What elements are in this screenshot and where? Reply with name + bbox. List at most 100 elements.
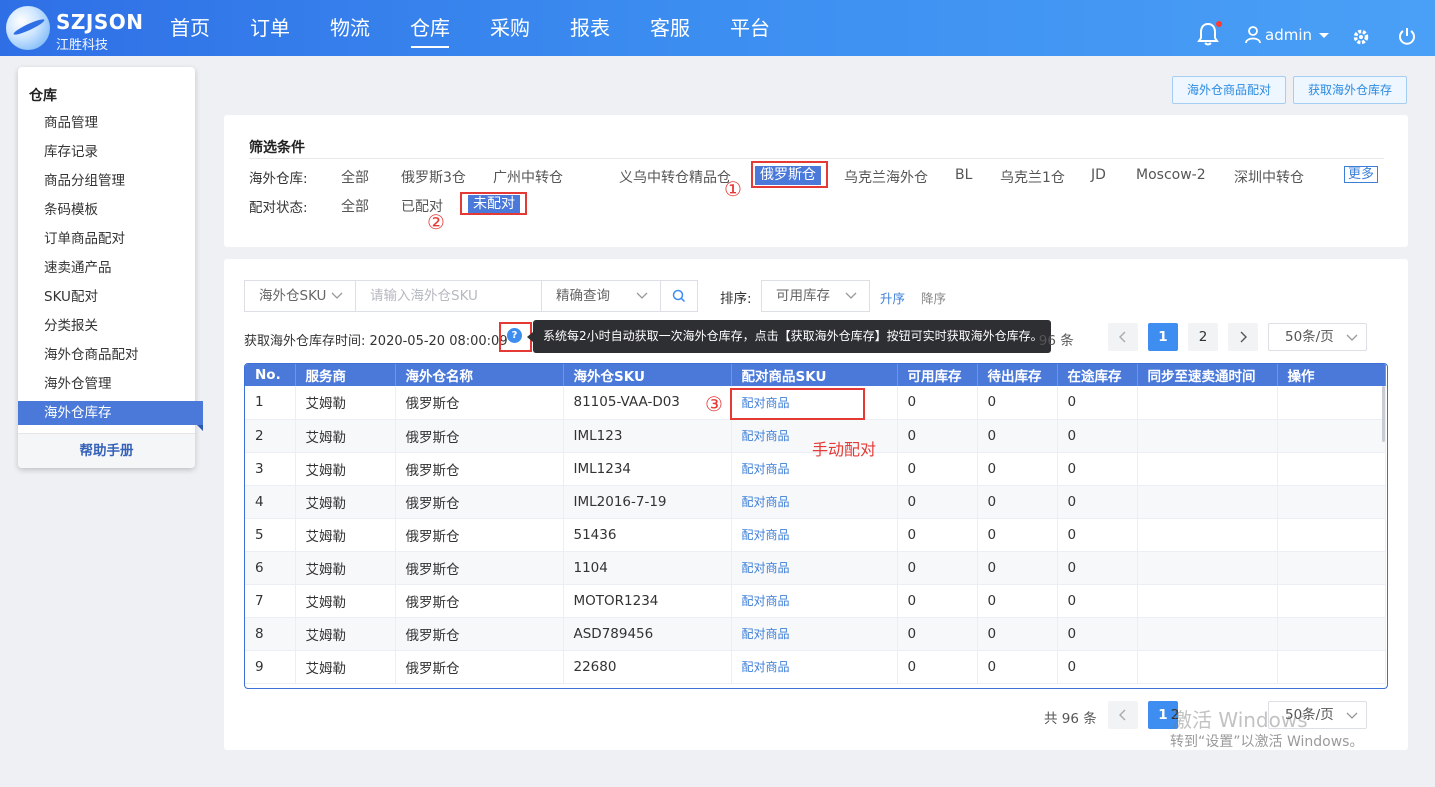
warehouse-option[interactable]: JD <box>1091 167 1106 183</box>
col-available: 可用库存 <box>897 364 978 386</box>
sidebar-item-order-match[interactable]: 订单商品配对 <box>18 227 203 251</box>
match-goods-link[interactable]: 配对商品 <box>742 462 790 476</box>
caret-down-icon <box>1319 33 1329 38</box>
cell-available: 0 <box>897 617 978 651</box>
table-row: 4 艾姆勒 俄罗斯仓 IML2016-7-19 配对商品 0 0 0 <box>245 485 1386 519</box>
page-button-current[interactable]: 1 <box>1148 323 1178 351</box>
sort-desc-link[interactable]: 降序 <box>921 288 946 307</box>
sidebar-item-overseas-manage[interactable]: 海外仓管理 <box>18 372 203 396</box>
warehouse-option[interactable]: Moscow-2 <box>1136 167 1206 183</box>
nav-warehouse[interactable]: 仓库 <box>390 0 470 56</box>
mode-select[interactable]: 精确查询 <box>541 280 661 312</box>
cell-pending: 0 <box>977 518 1058 552</box>
sort-label: 排序: <box>720 291 752 307</box>
sidebar-item-overseas-stock[interactable]: 海外仓库存 <box>18 401 203 431</box>
match-goods-link[interactable]: 配对商品 <box>742 561 790 575</box>
cell-warehouse: 俄罗斯仓 <box>395 386 564 420</box>
user-icon <box>1245 26 1261 44</box>
nav-logistics[interactable]: 物流 <box>310 0 390 56</box>
cell-transit: 0 <box>1057 386 1138 420</box>
sidebar: 仓库 商品管理 库存记录 商品分组管理 条码模板 订单商品配对 速卖通产品 SK… <box>18 67 203 468</box>
cell-transit: 0 <box>1057 617 1138 651</box>
overseas-match-button[interactable]: 海外仓商品配对 <box>1172 76 1287 104</box>
match-goods-link[interactable]: 配对商品 <box>742 594 790 608</box>
match-goods-link[interactable]: 配对商品 <box>742 429 790 443</box>
sidebar-item-stock-records[interactable]: 库存记录 <box>18 140 203 164</box>
sort-select[interactable]: 可用库存 <box>761 280 870 312</box>
user-menu[interactable]: admin <box>1245 26 1335 44</box>
cell-pending: 0 <box>977 419 1058 453</box>
cell-pending: 0 <box>977 584 1058 618</box>
top-bar: SZJSON 江胜科技 首页 订单 物流 仓库 采购 报表 客服 平台 admi… <box>0 0 1435 56</box>
nav-purchase[interactable]: 采购 <box>470 0 550 56</box>
sort-asc-link[interactable]: 升序 <box>880 288 905 307</box>
col-pending: 待出库存 <box>977 364 1058 386</box>
cell-match: 配对商品 <box>731 650 898 684</box>
nav-platform[interactable]: 平台 <box>710 0 790 56</box>
nav-reports[interactable]: 报表 <box>550 0 630 56</box>
warehouse-option[interactable]: 深圳中转仓 <box>1234 167 1304 187</box>
cell-warehouse: 俄罗斯仓 <box>395 419 564 453</box>
col-no: No. <box>245 364 296 386</box>
sidebar-item-goods[interactable]: 商品管理 <box>18 111 203 135</box>
cell-warehouse: 俄罗斯仓 <box>395 485 564 519</box>
cell-actions <box>1277 518 1386 552</box>
chevron-right-icon <box>1240 331 1247 343</box>
page-size-select[interactable]: 50条/页 <box>1268 323 1367 351</box>
warehouse-option[interactable]: 广州中转仓 <box>493 167 563 187</box>
scrollbar[interactable] <box>1382 386 1385 442</box>
match-goods-link[interactable]: 配对商品 <box>742 627 790 641</box>
cell-sku: 1104 <box>563 551 732 585</box>
cell-actions <box>1277 386 1386 420</box>
fetch-stock-button[interactable]: 获取海外仓库存 <box>1293 76 1408 104</box>
cell-warehouse: 俄罗斯仓 <box>395 518 564 552</box>
nav-home[interactable]: 首页 <box>150 0 230 56</box>
cell-sku: ASD789456 <box>563 617 732 651</box>
table-row: 9 艾姆勒 俄罗斯仓 22680 配对商品 0 0 0 <box>245 650 1386 684</box>
nav-orders[interactable]: 订单 <box>230 0 310 56</box>
warehouse-option[interactable]: 乌克兰海外仓 <box>844 167 928 187</box>
search-button[interactable] <box>660 280 698 312</box>
warehouse-option[interactable]: 俄罗斯3仓 <box>401 167 466 187</box>
gear-icon[interactable] <box>1352 28 1370 46</box>
field-select[interactable]: 海外仓SKU <box>244 280 356 312</box>
match-goods-link[interactable]: 配对商品 <box>742 495 790 509</box>
match-goods-link[interactable]: 配对商品 <box>742 528 790 542</box>
sidebar-item-sku-match[interactable]: SKU配对 <box>18 285 203 309</box>
next-page-button[interactable] <box>1228 323 1258 351</box>
prev-page-button[interactable] <box>1108 323 1138 351</box>
cell-no: 6 <box>245 551 296 585</box>
cell-pending: 0 <box>977 617 1058 651</box>
sidebar-item-overseas-match[interactable]: 海外仓商品配对 <box>18 343 203 367</box>
col-sync-time: 同步至速卖通时间 <box>1137 364 1278 386</box>
power-icon[interactable] <box>1398 27 1416 45</box>
cell-sku: IML123 <box>563 419 732 453</box>
warehouse-option[interactable]: 全部 <box>341 167 369 187</box>
col-provider: 服务商 <box>295 364 396 386</box>
prev-page-button[interactable] <box>1108 701 1138 729</box>
nav-service[interactable]: 客服 <box>630 0 710 56</box>
sidebar-item-goods-groups[interactable]: 商品分组管理 <box>18 169 203 193</box>
warehouse-option[interactable]: BL <box>955 167 972 183</box>
status-option[interactable]: 全部 <box>341 196 369 216</box>
chevron-down-icon <box>845 292 857 299</box>
match-goods-link[interactable]: 配对商品 <box>742 660 790 674</box>
chevron-down-icon <box>1346 712 1358 719</box>
logo-icon[interactable] <box>6 6 50 50</box>
warehouse-option[interactable]: 义乌中转仓 <box>619 167 689 187</box>
cell-available: 0 <box>897 584 978 618</box>
status-label: 配对状态: <box>249 200 308 216</box>
cell-warehouse: 俄罗斯仓 <box>395 452 564 486</box>
sidebar-item-barcode[interactable]: 条码模板 <box>18 198 203 222</box>
cell-sync-time <box>1137 518 1278 552</box>
page-size-value: 50条/页 <box>1285 329 1334 345</box>
more-button[interactable]: 更多 <box>1344 166 1379 183</box>
help-manual-link[interactable]: 帮助手册 <box>18 433 195 468</box>
page-button[interactable]: 2 <box>1188 323 1218 351</box>
cell-pending: 0 <box>977 551 1058 585</box>
search-input[interactable]: 请输入海外仓SKU <box>355 280 542 312</box>
sidebar-item-customs[interactable]: 分类报关 <box>18 314 203 338</box>
sidebar-item-aliexpress[interactable]: 速卖通产品 <box>18 256 203 280</box>
cell-available: 0 <box>897 485 978 519</box>
warehouse-option[interactable]: 乌克兰1仓 <box>1000 167 1065 187</box>
